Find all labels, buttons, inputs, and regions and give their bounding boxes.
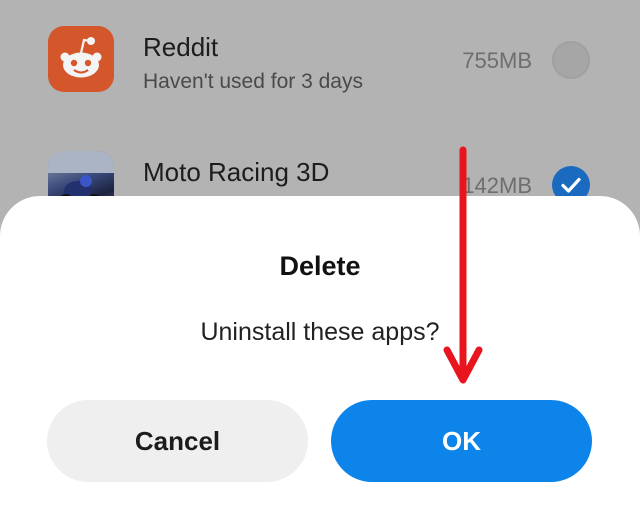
app-size: 755MB (462, 48, 532, 73)
reddit-alien-icon (48, 26, 114, 92)
ok-button[interactable]: OK (331, 400, 592, 482)
app-row-reddit[interactable]: Reddit Haven't used for 3 days 755MB (0, 10, 640, 110)
cancel-button[interactable]: Cancel (47, 400, 308, 482)
app-name: Reddit (143, 32, 219, 62)
app-name: Moto Racing 3D (143, 157, 330, 187)
dialog-message: Uninstall these apps? (200, 318, 440, 346)
app-subtitle: Haven't used for 3 days (143, 70, 363, 93)
delete-dialog: Delete Uninstall these apps? Cancel OK (0, 196, 640, 527)
dialog-title: Delete (279, 251, 361, 281)
select-checkbox[interactable] (552, 41, 590, 79)
